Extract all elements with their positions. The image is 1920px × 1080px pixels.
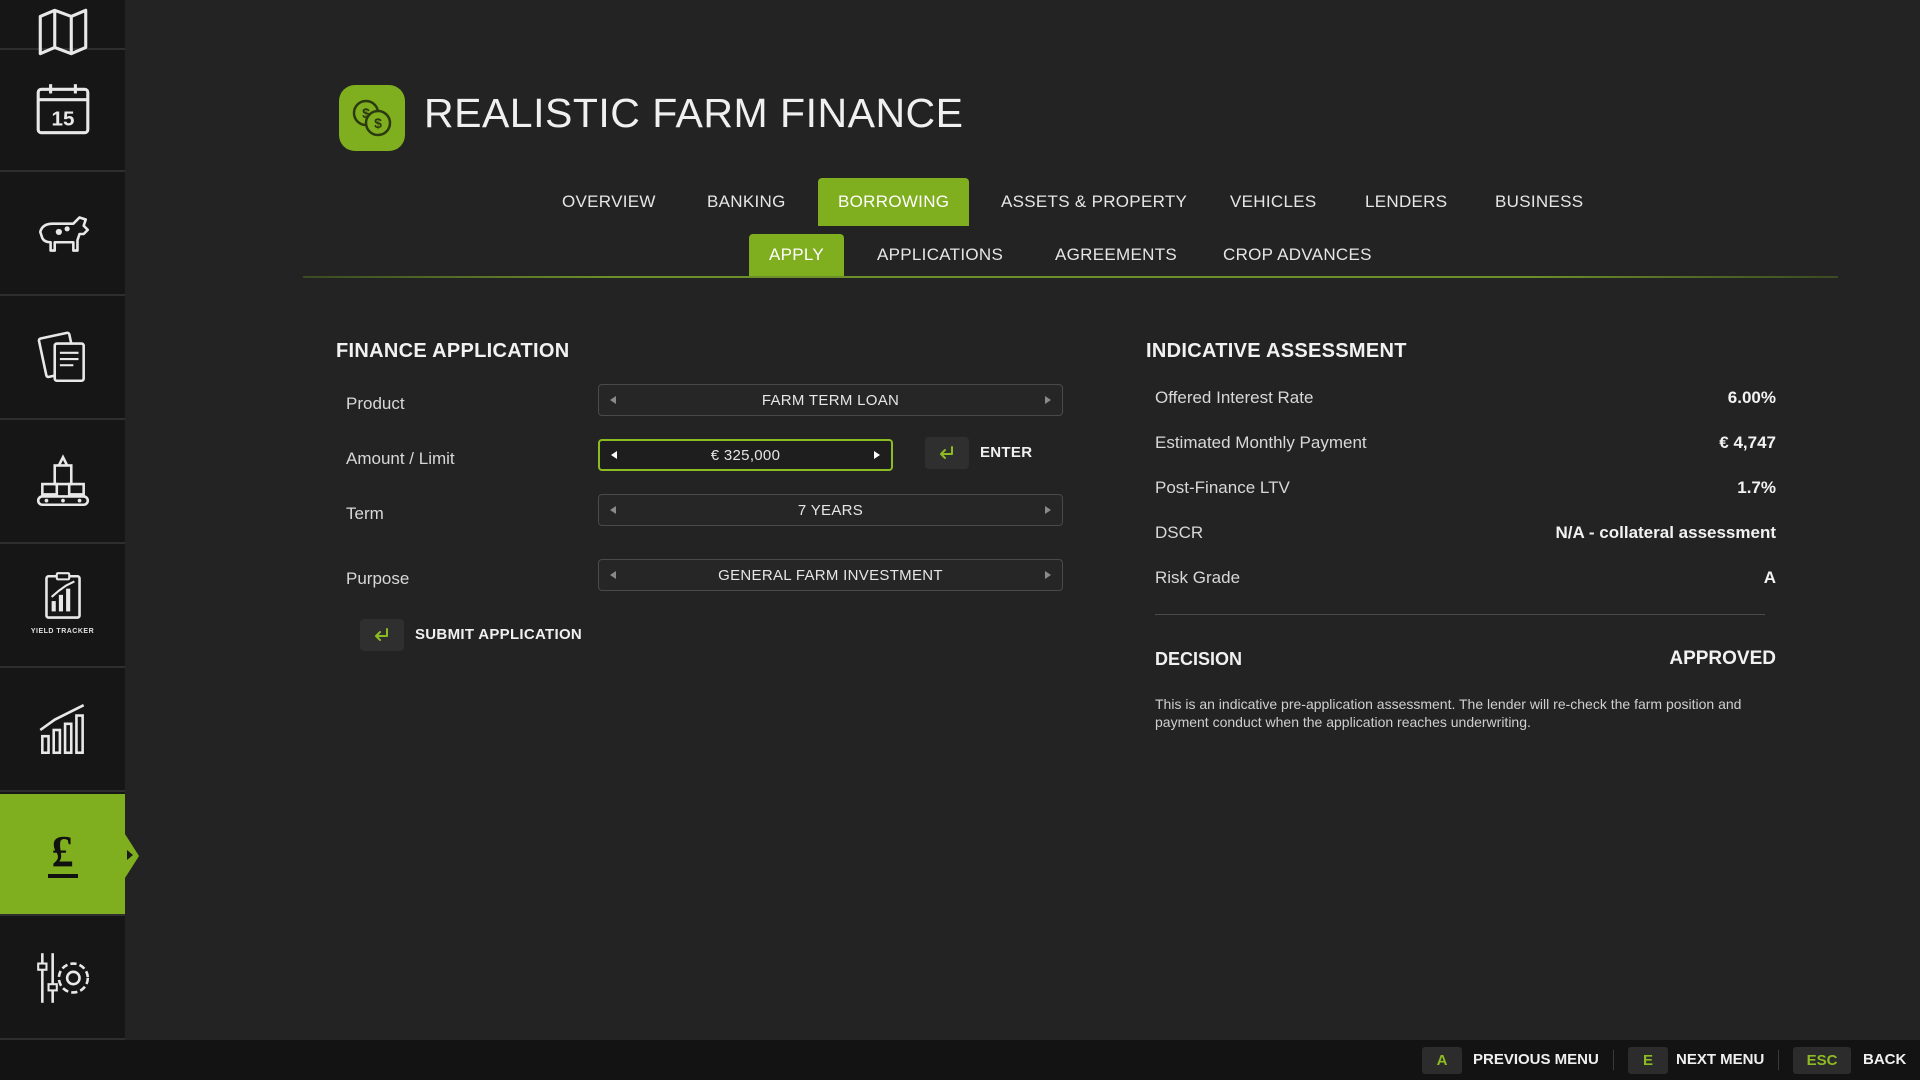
enter-return-icon (375, 628, 388, 641)
offered-interest-rate-label: Offered Interest Rate (1155, 388, 1314, 407)
main-tabs: OVERVIEW BANKING BORROWING ASSETS & PROP… (0, 178, 1920, 226)
product-selector[interactable]: FARM TERM LOAN (598, 384, 1063, 416)
monthly-payment-value: € 4,747 (1719, 433, 1776, 452)
decision-label: DECISION (1155, 649, 1243, 669)
statistics-icon (39, 704, 84, 755)
purpose-selector[interactable]: GENERAL FARM INVESTMENT (598, 559, 1063, 591)
post-finance-ltv-label: Post-Finance LTV (1155, 478, 1290, 497)
next-menu-key[interactable]: E (1628, 1047, 1668, 1074)
term-next-arrow-icon[interactable] (1045, 506, 1051, 514)
tab-banking[interactable]: BANKING (687, 178, 806, 226)
sidebar-item-production[interactable] (0, 422, 125, 544)
indicative-assessment-title: INDICATIVE ASSESSMENT (1146, 340, 1407, 362)
settings-icon (36, 953, 89, 1003)
active-indicator-arrow (127, 850, 133, 860)
sidebar-item-calendar[interactable]: 15 (0, 50, 125, 172)
tab-borrowing[interactable]: BORROWING (818, 178, 970, 226)
tab-business[interactable]: BUSINESS (1475, 178, 1603, 226)
yield-tracker-caption: YIELD TRACKER (30, 628, 95, 635)
amount-selector[interactable]: € 325,000 (598, 439, 893, 471)
footer-separator (1613, 1050, 1614, 1070)
post-finance-ltv-value: 1.7% (1737, 478, 1776, 497)
offered-interest-rate-value: 6.00% (1727, 388, 1776, 407)
monthly-payment-label: Estimated Monthly Payment (1155, 433, 1367, 452)
footer-bar: A PREVIOUS MENU E NEXT MENU ESC BACK (0, 1040, 1920, 1080)
app-title: REALISTIC FARM FINANCE (424, 90, 964, 136)
subtab-apply[interactable]: APPLY (749, 234, 845, 276)
tab-overview[interactable]: OVERVIEW (542, 178, 676, 226)
sidebar-item-finance[interactable]: £ (0, 794, 139, 916)
risk-grade-label: Risk Grade (1155, 568, 1241, 587)
sidebar-item-contracts[interactable] (0, 298, 125, 420)
submit-key-button[interactable] (360, 619, 404, 651)
tab-lenders[interactable]: LENDERS (1345, 178, 1467, 226)
subtab-applications[interactable]: APPLICATIONS (857, 234, 1023, 276)
sidebar-item-settings[interactable] (0, 918, 125, 1040)
enter-label[interactable]: ENTER (980, 444, 1032, 461)
contracts-icon (37, 331, 85, 383)
purpose-next-arrow-icon[interactable] (1045, 571, 1051, 579)
purpose-prev-arrow-icon[interactable] (610, 571, 616, 579)
yield-tracker-icon (44, 572, 81, 619)
calendar-day: 15 (51, 108, 74, 131)
product-label: Product (346, 394, 405, 413)
finance-icon: £ (47, 830, 78, 878)
term-value: 7 YEARS (797, 501, 864, 519)
app-logo: $ $ (339, 85, 405, 151)
tab-vehicles[interactable]: VEHICLES (1210, 178, 1337, 226)
sub-tabs: APPLY APPLICATIONS AGREEMENTS CROP ADVAN… (0, 234, 1920, 276)
decision-note: This is an indicative pre-application as… (1155, 696, 1742, 730)
decision-value: APPROVED (1669, 648, 1776, 669)
purpose-value: GENERAL FARM INVESTMENT (718, 566, 943, 584)
production-icon (36, 454, 89, 507)
dscr-label: DSCR (1155, 523, 1204, 542)
svg-text:$: $ (362, 105, 370, 121)
subtab-agreements[interactable]: AGREEMENTS (1035, 234, 1197, 276)
product-next-arrow-icon[interactable] (1045, 396, 1051, 404)
back-label[interactable]: BACK (1863, 1051, 1906, 1068)
calendar-icon: 15 (36, 84, 89, 135)
subtab-crop-advances[interactable]: CROP ADVANCES (1203, 234, 1392, 276)
sidebar-item-yield-tracker[interactable]: YIELD TRACKER (0, 546, 125, 668)
amount-increase-arrow-icon[interactable] (874, 451, 880, 459)
tabs-divider (303, 276, 1838, 278)
risk-grade-value: A (1763, 568, 1776, 587)
amount-value: € 325,000 (710, 446, 781, 464)
finance-application-title: FINANCE APPLICATION (336, 340, 570, 362)
previous-menu-label[interactable]: PREVIOUS MENU (1473, 1051, 1599, 1068)
assessment-divider (1155, 614, 1765, 615)
footer-separator (1778, 1050, 1779, 1070)
back-key[interactable]: ESC (1793, 1047, 1851, 1074)
product-value: FARM TERM LOAN (761, 391, 900, 409)
coins-icon: $ $ (352, 99, 392, 137)
previous-menu-key[interactable]: A (1422, 1047, 1462, 1074)
amount-label: Amount / Limit (346, 449, 455, 468)
enter-return-icon (940, 446, 953, 459)
tab-assets-property[interactable]: ASSETS & PROPERTY (981, 178, 1207, 226)
term-selector[interactable]: 7 YEARS (598, 494, 1063, 526)
product-prev-arrow-icon[interactable] (610, 396, 616, 404)
next-menu-label[interactable]: NEXT MENU (1676, 1051, 1764, 1068)
dscr-value: N/A - collateral assessment (1555, 523, 1776, 542)
purpose-label: Purpose (346, 569, 410, 588)
sidebar-item-map[interactable] (0, 0, 125, 56)
submit-application-button[interactable]: SUBMIT APPLICATION (415, 626, 582, 643)
term-prev-arrow-icon[interactable] (610, 506, 616, 514)
term-label: Term (346, 504, 384, 523)
sidebar-item-statistics[interactable] (0, 670, 125, 792)
enter-key-button[interactable] (925, 437, 969, 469)
amount-decrease-arrow-icon[interactable] (611, 451, 617, 459)
sidebar: 15 YIELD TRACKER £ (0, 0, 139, 1040)
svg-text:$: $ (374, 115, 382, 131)
